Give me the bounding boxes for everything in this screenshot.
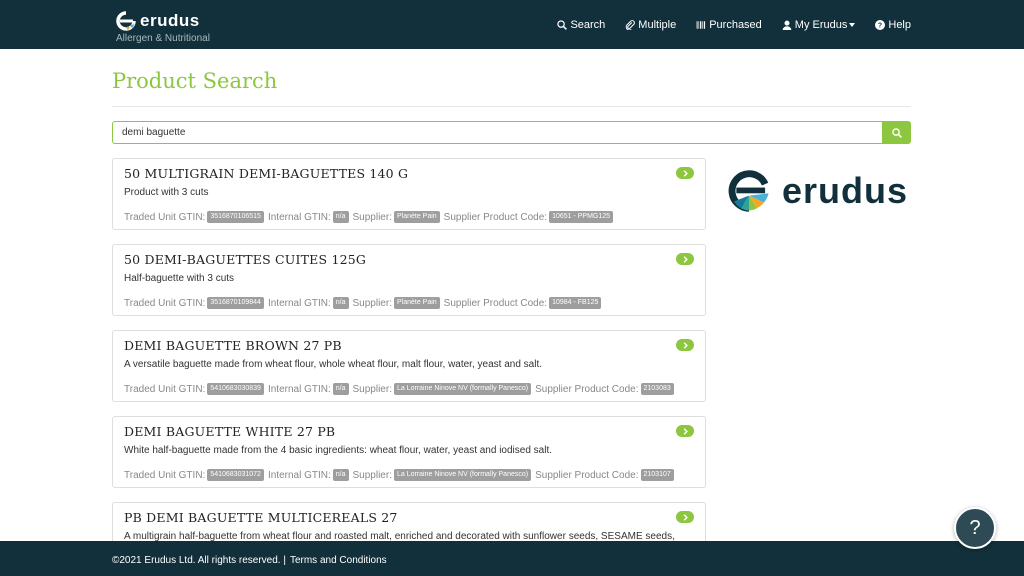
supplier-label: Supplier: bbox=[352, 469, 392, 481]
product-description: White half-baguette made from the 4 basi… bbox=[124, 445, 553, 456]
traded-unit-gtin-badge: 3516870106515 bbox=[207, 211, 264, 223]
internal-gtin-label: Internal GTIN: bbox=[267, 211, 331, 223]
erudus-logo-icon bbox=[728, 170, 769, 212]
supplier-product-code-label: Supplier Product Code: bbox=[535, 469, 639, 481]
caret-down-icon bbox=[849, 22, 856, 27]
product-description: A versatile baguette made from wheat flo… bbox=[124, 359, 543, 370]
nav-search-label: Search bbox=[570, 18, 606, 31]
supplier-label: Supplier: bbox=[352, 297, 392, 309]
navbar: erudus Allergen & Nutritional Search Mul… bbox=[0, 0, 1024, 49]
supplier-product-code-badge: 10651 - PPMG125 bbox=[549, 211, 614, 223]
footer-copyright: ©2021 Erudus Ltd. All rights reserved. | bbox=[112, 555, 286, 566]
traded-unit-gtin-label: Traded Unit GTIN: bbox=[124, 297, 206, 309]
chevron-right-icon bbox=[683, 341, 688, 349]
result-card[interactable]: 50 DEMI-BAGUETTES CUITES 125G Half-bague… bbox=[112, 244, 706, 316]
product-title: 50 MULTIGRAIN DEMI-BAGUETTES 140 G bbox=[124, 166, 409, 181]
supplier-badge: Planète Pain bbox=[393, 297, 440, 309]
search-input[interactable] bbox=[112, 121, 882, 144]
supplier-label: Supplier: bbox=[352, 211, 392, 223]
open-product-button[interactable] bbox=[676, 511, 694, 523]
nav-search[interactable]: Search bbox=[557, 19, 605, 31]
traded-unit-gtin-badge: 3516870109844 bbox=[207, 297, 264, 309]
brand-subtitle: Allergen & Nutritional bbox=[116, 33, 210, 44]
traded-unit-gtin-label: Traded Unit GTIN: bbox=[124, 383, 206, 395]
nav-multiple[interactable]: Multiple bbox=[625, 19, 676, 31]
supplier-label: Supplier: bbox=[352, 383, 392, 395]
result-card[interactable]: 50 MULTIGRAIN DEMI-BAGUETTES 140 G Produ… bbox=[112, 158, 706, 230]
product-title: DEMI BAGUETTE BROWN 27 PB bbox=[124, 338, 342, 353]
traded-unit-gtin-badge: 5410683031072 bbox=[207, 469, 264, 481]
internal-gtin-label: Internal GTIN: bbox=[267, 297, 331, 309]
search-button[interactable] bbox=[882, 121, 911, 144]
chevron-right-icon bbox=[683, 427, 688, 435]
side-logo-name: erudus bbox=[782, 170, 909, 211]
search-icon bbox=[557, 19, 568, 30]
open-product-button[interactable] bbox=[676, 167, 694, 179]
internal-gtin-label: Internal GTIN: bbox=[267, 383, 331, 395]
supplier-product-code-label: Supplier Product Code: bbox=[443, 297, 548, 309]
footer: ©2021 Erudus Ltd. All rights reserved. |… bbox=[0, 541, 1024, 576]
nav-my-erudus-label: My Erudus bbox=[794, 18, 848, 31]
product-title: DEMI BAGUETTE WHITE 27 PB bbox=[124, 424, 336, 439]
search-icon bbox=[891, 127, 902, 138]
barcode-icon bbox=[696, 20, 706, 29]
product-meta: Traded Unit GTIN: 3516870109844 Internal… bbox=[124, 297, 694, 315]
nav-purchased-label: Purchased bbox=[709, 18, 762, 31]
supplier-badge: La Lorraine Ninove NV (formally Panesco) bbox=[393, 469, 532, 481]
result-card[interactable]: DEMI BAGUETTE WHITE 27 PB White half-bag… bbox=[112, 416, 706, 488]
brand[interactable]: erudus Allergen & Nutritional bbox=[116, 11, 210, 44]
internal-gtin-badge: n/a bbox=[332, 383, 349, 395]
product-description: Product with 3 cuts bbox=[124, 187, 209, 198]
side-logo: erudus bbox=[726, 168, 908, 214]
brand-name: erudus bbox=[140, 11, 200, 30]
internal-gtin-badge: n/a bbox=[332, 297, 349, 309]
traded-unit-gtin-label: Traded Unit GTIN: bbox=[124, 211, 206, 223]
open-product-button[interactable] bbox=[676, 253, 694, 265]
svg-text:?: ? bbox=[878, 22, 882, 29]
traded-unit-gtin-badge: 5410683030839 bbox=[207, 383, 264, 395]
product-meta: Traded Unit GTIN: 3516870106515 Internal… bbox=[124, 211, 694, 229]
internal-gtin-badge: n/a bbox=[332, 469, 349, 481]
supplier-badge: La Lorraine Ninove NV (formally Panesco) bbox=[393, 383, 532, 395]
internal-gtin-badge: n/a bbox=[332, 211, 349, 223]
paperclip-icon bbox=[626, 19, 636, 30]
search-bar bbox=[112, 121, 911, 144]
traded-unit-gtin-label: Traded Unit GTIN: bbox=[124, 469, 206, 481]
supplier-product-code-badge: 2103083 bbox=[640, 383, 674, 395]
product-meta: Traded Unit GTIN: 5410683030839 Internal… bbox=[124, 383, 694, 401]
nav-my-erudus[interactable]: My Erudus bbox=[782, 19, 856, 31]
product-description: Half-baguette with 3 cuts bbox=[124, 273, 235, 284]
nav-help[interactable]: ? Help bbox=[875, 19, 911, 31]
user-icon bbox=[782, 20, 792, 30]
terms-link[interactable]: Terms and Conditions bbox=[290, 555, 387, 566]
open-product-button[interactable] bbox=[676, 339, 694, 351]
supplier-product-code-label: Supplier Product Code: bbox=[535, 383, 639, 395]
main-nav: Search Multiple Purchased My Erudus ? He… bbox=[537, 0, 911, 49]
nav-purchased[interactable]: Purchased bbox=[696, 19, 762, 31]
supplier-badge: Planète Pain bbox=[393, 211, 440, 223]
product-title: 50 DEMI-BAGUETTES CUITES 125G bbox=[124, 252, 367, 267]
question-circle-icon: ? bbox=[875, 19, 886, 30]
nav-help-label: Help bbox=[888, 18, 911, 31]
chevron-right-icon bbox=[683, 169, 688, 177]
supplier-product-code-badge: 10984 - FB125 bbox=[549, 297, 602, 309]
product-title: PB DEMI BAGUETTE MULTICEREALS 27 bbox=[124, 510, 398, 525]
supplier-product-code-badge: 2103107 bbox=[640, 469, 674, 481]
result-card[interactable]: DEMI BAGUETTE BROWN 27 PB A versatile ba… bbox=[112, 330, 706, 402]
nav-multiple-label: Multiple bbox=[638, 18, 677, 31]
help-chat-button[interactable]: ? bbox=[954, 507, 996, 549]
title-divider bbox=[112, 106, 911, 107]
page-title: Product Search bbox=[112, 69, 278, 93]
supplier-product-code-label: Supplier Product Code: bbox=[443, 211, 548, 223]
erudus-logo-icon bbox=[116, 11, 136, 31]
results-list: 50 MULTIGRAIN DEMI-BAGUETTES 140 G Produ… bbox=[112, 158, 706, 571]
internal-gtin-label: Internal GTIN: bbox=[267, 469, 331, 481]
product-meta: Traded Unit GTIN: 5410683031072 Internal… bbox=[124, 469, 694, 487]
open-product-button[interactable] bbox=[676, 425, 694, 437]
chevron-right-icon bbox=[683, 255, 688, 263]
chevron-right-icon bbox=[683, 513, 688, 521]
